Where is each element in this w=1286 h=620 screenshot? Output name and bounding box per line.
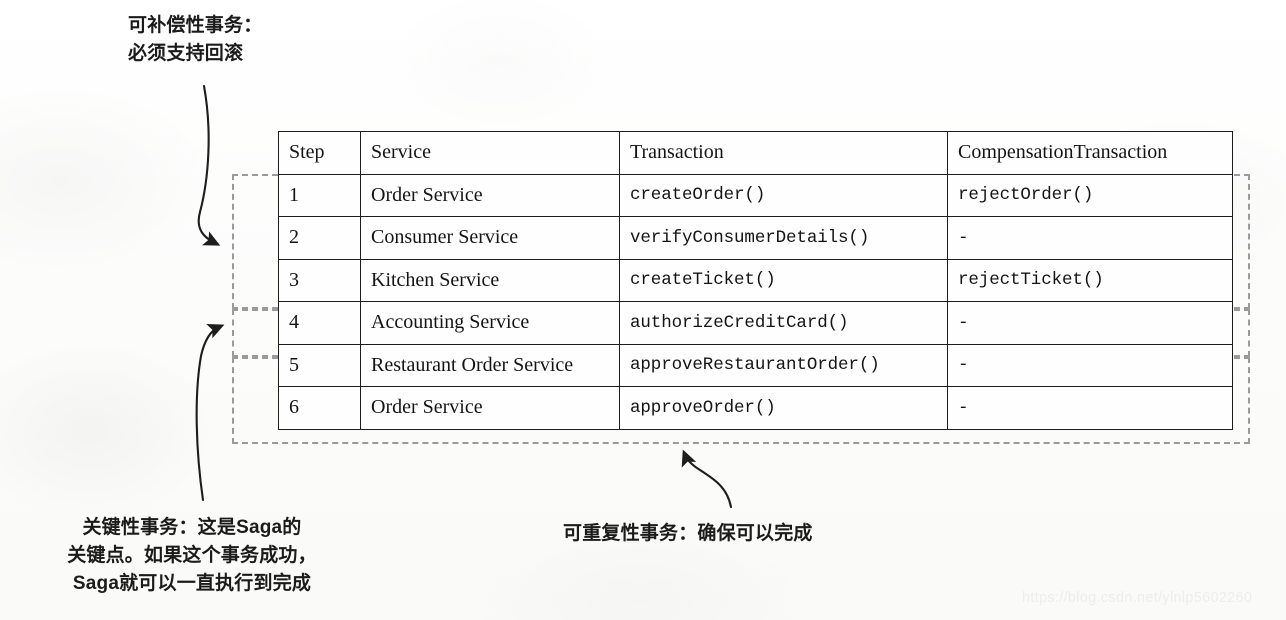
arrow-retriable-to-rows [681, 449, 733, 509]
cell-compensation: - [947, 301, 1233, 345]
cell-transaction: createTicket() [619, 258, 948, 302]
annotation-retriable-transactions: 可重复性事务：确保可以完成 [563, 523, 813, 544]
table-row: 4 Accounting Service authorizeCreditCard… [278, 301, 1233, 345]
column-header-step: Step [278, 131, 361, 175]
cell-service: Restaurant Order Service [360, 343, 620, 387]
cell-transaction: verifyConsumerDetails() [619, 216, 948, 260]
cell-step: 5 [278, 343, 361, 387]
column-header-transaction: Transaction [619, 131, 948, 175]
cell-compensation: - [947, 343, 1233, 387]
annotation-pivot-transaction: 关键性事务：这是Saga的 关键点。如果这个事务成功， Saga就可以一直执行到… [67, 517, 317, 594]
table-row: 5 Restaurant Order Service approveRestau… [278, 343, 1233, 387]
cell-step: 6 [278, 386, 361, 430]
table-row: 2 Consumer Service verifyConsumerDetails… [278, 216, 1233, 260]
column-header-service: Service [360, 131, 620, 175]
table-header-row: Step Service Transaction CompensationTra… [278, 131, 1233, 175]
cell-compensation: rejectOrder() [947, 173, 1233, 217]
cell-transaction: authorizeCreditCard() [619, 301, 948, 345]
cell-step: 4 [278, 301, 361, 345]
cell-service: Order Service [360, 386, 620, 430]
cell-transaction: approveRestaurantOrder() [619, 343, 948, 387]
cell-transaction: approveOrder() [619, 386, 948, 430]
cell-step: 2 [278, 216, 361, 260]
annotation-compensatable-transactions: 可补偿性事务： 必须支持回滚 [128, 15, 263, 64]
cell-service: Consumer Service [360, 216, 620, 260]
column-header-compensation: CompensationTransaction [947, 131, 1233, 175]
cell-service: Kitchen Service [360, 258, 620, 302]
arrow-pivot-to-row4 [195, 324, 225, 502]
table-row: 1 Order Service createOrder() rejectOrde… [278, 173, 1233, 217]
arrow-compensatable-to-rows [197, 84, 221, 246]
cell-transaction: createOrder() [619, 173, 948, 217]
cell-compensation: - [947, 386, 1233, 430]
cell-compensation: rejectTicket() [947, 258, 1233, 302]
table-row: 3 Kitchen Service createTicket() rejectT… [278, 258, 1233, 302]
cell-step: 3 [278, 258, 361, 302]
cell-service: Accounting Service [360, 301, 620, 345]
cell-service: Order Service [360, 173, 620, 217]
cell-compensation: - [947, 216, 1233, 260]
source-watermark: https://blog.csdn.net/ylnlp5602260 [1022, 590, 1253, 606]
saga-steps-table: Step Service Transaction CompensationTra… [278, 131, 1233, 430]
table-row: 6 Order Service approveOrder() - [278, 386, 1233, 430]
cell-step: 1 [278, 173, 361, 217]
